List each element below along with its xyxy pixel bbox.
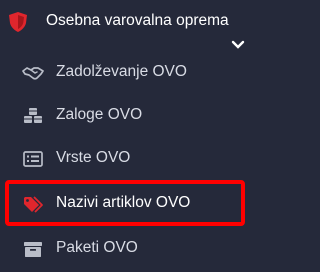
sidebar-item-label: Zadolževanje OVO xyxy=(56,63,187,80)
sidebar-item-label: Vrste OVO xyxy=(56,149,131,166)
archive-box-icon xyxy=(24,242,42,257)
highlight-box xyxy=(5,180,245,226)
chevron-down-icon[interactable] xyxy=(231,40,245,50)
sidebar-item-vrste[interactable]: Vrste OVO xyxy=(0,140,257,178)
menu-group-header[interactable]: Osebna varovalna oprema xyxy=(0,0,257,60)
cubes-icon xyxy=(24,108,42,123)
sidebar-item-label: Paketi OVO xyxy=(56,239,138,256)
sidebar-item-zadolzevanje[interactable]: Zadolževanje OVO xyxy=(0,54,257,92)
sidebar-item-zaloge[interactable]: Zaloge OVO xyxy=(0,97,257,135)
menu-group-title: Osebna varovalna oprema xyxy=(46,12,229,29)
shield-icon xyxy=(9,12,27,32)
list-icon xyxy=(23,151,43,167)
sidebar-item-label: Zaloge OVO xyxy=(56,106,143,123)
handshake-icon xyxy=(22,67,44,80)
sidebar-item-paketi[interactable]: Paketi OVO xyxy=(0,230,257,268)
